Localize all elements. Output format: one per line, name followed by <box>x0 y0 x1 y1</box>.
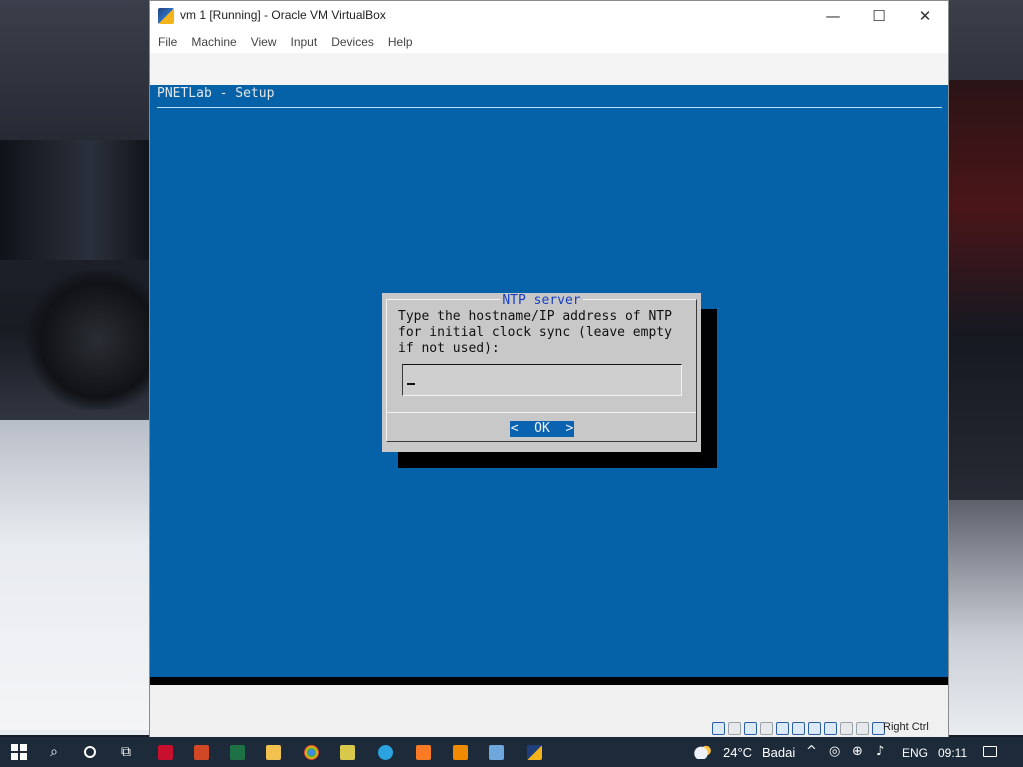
menu-help[interactable]: Help <box>381 32 420 49</box>
windows-start-icon[interactable] <box>11 744 27 760</box>
maximize-button[interactable]: ☐ <box>856 1 902 31</box>
menu-bar: File Machine View Input Devices Help <box>150 31 948 53</box>
show-hidden-icons-chevron-icon[interactable]: ^ <box>806 745 817 759</box>
network-globe-icon[interactable]: ⊕ <box>852 745 863 759</box>
powerpoint-app-icon[interactable] <box>194 745 209 760</box>
virtualbox-vm-taskbar-icon[interactable] <box>527 745 542 760</box>
optical-drive-icon[interactable] <box>728 721 741 735</box>
status-bar: Right Ctrl <box>150 685 948 737</box>
wallpaper-right-panel <box>949 80 1023 500</box>
virtualbox-window: vm 1 [Running] - Oracle VM VirtualBox — … <box>149 0 949 737</box>
dialog-title: NTP server <box>382 293 701 309</box>
ok-button[interactable]: < OK > <box>510 421 574 437</box>
xampp-app-icon[interactable] <box>416 745 431 760</box>
title-bar[interactable]: vm 1 [Running] - Oracle VM VirtualBox — … <box>150 1 948 31</box>
mouse-integration-icon[interactable] <box>856 721 869 735</box>
ntp-server-dialog: NTP server Type the hostname/IP address … <box>382 293 701 452</box>
excel-app-icon[interactable] <box>230 745 245 760</box>
vm-display[interactable]: PNETLab - Setup NTP server Type the host… <box>150 85 948 677</box>
minimize-button[interactable]: — <box>810 1 856 31</box>
virtualbox-app-icon <box>158 8 174 24</box>
audio-icon[interactable] <box>744 721 757 735</box>
wallpaper-left-floor <box>0 420 150 730</box>
ntp-hostname-input[interactable] <box>402 364 682 396</box>
windows-taskbar: ⌕ ⧉ 24°C Badai ^ ◎ ⊕ ♪ ENG 09:11 <box>0 737 1023 767</box>
menu-view[interactable]: View <box>244 32 284 49</box>
wallpaper-right-floor <box>949 500 1023 730</box>
search-icon[interactable]: ⌕ <box>46 744 62 760</box>
menu-devices[interactable]: Devices <box>324 32 381 49</box>
volume-icon[interactable]: ♪ <box>876 745 884 759</box>
video-capture-icon[interactable] <box>824 721 837 735</box>
menu-file[interactable]: File <box>150 32 184 49</box>
weather-icon[interactable] <box>693 745 713 759</box>
clock[interactable]: 09:11 <box>938 746 967 760</box>
hard-disk-icon[interactable] <box>712 721 725 735</box>
notepad-app-icon[interactable] <box>340 745 355 760</box>
language-indicator[interactable]: ENG <box>902 746 928 760</box>
wallpaper-car <box>20 270 150 410</box>
weather-description[interactable]: Badai <box>762 745 795 760</box>
status-icons <box>712 720 885 736</box>
cpu-icon[interactable] <box>840 721 853 735</box>
dialog-title-text: NTP server <box>500 293 583 308</box>
dialog-prompt: Type the hostname/IP address of NTP for … <box>398 309 672 356</box>
chrome-app-icon[interactable] <box>304 745 319 760</box>
dialog-separator <box>387 412 696 413</box>
vm-top-margin <box>150 53 948 85</box>
setup-header: PNETLab - Setup <box>157 86 275 101</box>
host-key-label: Right Ctrl <box>883 721 929 733</box>
usb-icon[interactable] <box>776 721 789 735</box>
setup-header-rule <box>157 107 942 108</box>
task-view-icon[interactable]: ⧉ <box>118 744 134 760</box>
menu-machine[interactable]: Machine <box>184 32 243 49</box>
shared-folders-icon[interactable] <box>792 721 805 735</box>
close-button[interactable]: ✕ <box>902 1 948 31</box>
weather-temperature[interactable]: 24°C <box>723 745 752 760</box>
menu-input[interactable]: Input <box>284 32 325 49</box>
notification-center-icon[interactable] <box>983 746 997 757</box>
window-title: vm 1 [Running] - Oracle VM VirtualBox <box>180 8 386 22</box>
virtualbox-manager-icon[interactable] <box>489 745 504 760</box>
file-explorer-icon[interactable] <box>266 745 281 760</box>
anydesk-app-icon[interactable] <box>158 745 173 760</box>
display-icon[interactable] <box>808 721 821 735</box>
telegram-app-icon[interactable] <box>378 745 393 760</box>
wallpaper-left-panel <box>0 140 150 260</box>
camera-icon[interactable]: ◎ <box>829 745 840 759</box>
text-cursor <box>407 383 415 385</box>
vlc-app-icon[interactable] <box>453 745 468 760</box>
cortana-icon[interactable] <box>82 744 98 760</box>
network-icon[interactable] <box>760 721 773 735</box>
vm-bottom-border <box>150 677 948 685</box>
